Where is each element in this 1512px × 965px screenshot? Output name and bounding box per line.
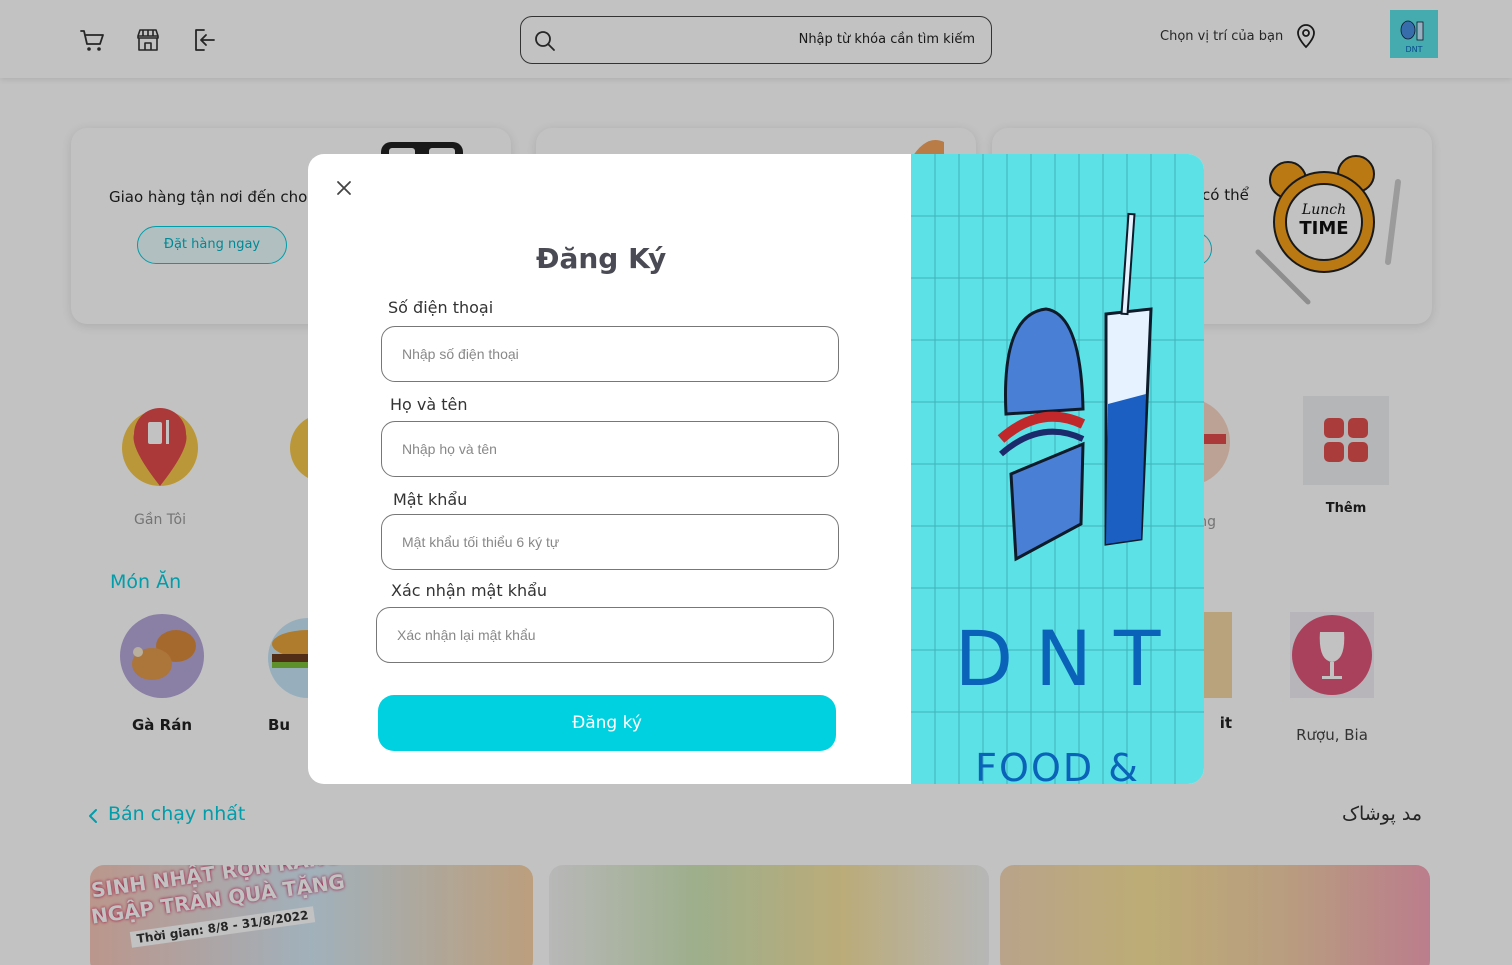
register-submit-button[interactable]: Đăng ký bbox=[378, 695, 836, 751]
close-icon[interactable] bbox=[334, 178, 354, 198]
fullname-input[interactable] bbox=[381, 421, 839, 477]
password-label: Mật khẩu bbox=[393, 490, 468, 509]
confirm-password-input[interactable] bbox=[376, 607, 834, 663]
phone-input[interactable] bbox=[381, 326, 839, 382]
brand-panel: DNT FOOD & DRINK bbox=[911, 154, 1204, 784]
fullname-label: Họ và tên bbox=[390, 395, 468, 414]
brand-name: DNT bbox=[954, 614, 1183, 703]
confirm-password-label: Xác nhận mật khẩu bbox=[391, 581, 548, 600]
brand-tagline: FOOD & DRINK bbox=[975, 746, 1140, 784]
modal-title: Đăng Ký bbox=[536, 242, 667, 275]
phone-label: Số điện thoại bbox=[388, 298, 494, 317]
password-input[interactable] bbox=[381, 514, 839, 570]
register-modal: Đăng Ký Số điện thoại Họ và tên Mật khẩu… bbox=[308, 154, 1204, 784]
